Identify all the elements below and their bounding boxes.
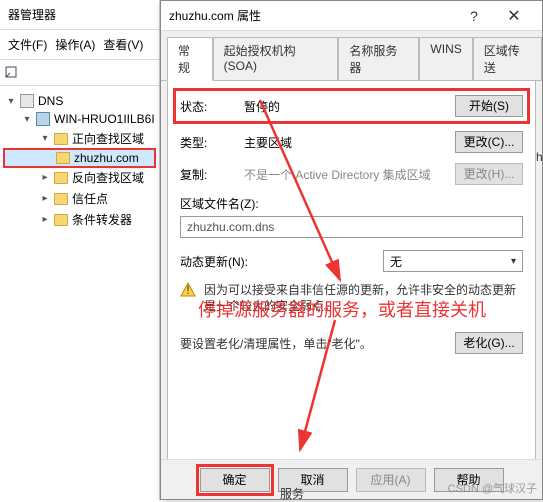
aging-text: 要设置老化/清理属性，单击"老化"。: [180, 335, 455, 352]
menu-view[interactable]: 查看(V): [103, 36, 143, 53]
dynupdate-select[interactable]: 无 ▾: [383, 250, 523, 272]
tree-label: 正向查找区域: [72, 130, 144, 147]
tree-forward-zones[interactable]: ▾ 正向查找区域: [4, 128, 155, 149]
svg-text:!: !: [186, 283, 189, 297]
warning-text: 因为可以接受来自非信任源的更新，允许非安全的动态更新是一个较大的安全弱点。: [204, 282, 523, 314]
dns-manager-window: 器管理器 文件(F) 操作(A) 查看(V) ▾ DNS ▾ WIN-HRUO1…: [0, 0, 160, 500]
folder-icon: [54, 214, 68, 226]
tab-zonetransfer[interactable]: 区域传送: [473, 37, 542, 80]
tab-body-general: 状态: 暂停的 开始(S) 类型: 主要区域 更改(C)... 复制: 不是一个…: [167, 81, 536, 475]
server-icon: [36, 112, 50, 126]
type-label: 类型:: [180, 134, 236, 151]
dialog-titlebar[interactable]: zhuzhu.com 属性 ? ✕: [161, 1, 542, 31]
ok-button[interactable]: 确定: [200, 468, 270, 492]
tree-zone-zhuzhu[interactable]: zhuzhu.com: [4, 149, 155, 167]
replication-row: 复制: 不是一个 Active Directory 集成区域 更改(H)...: [180, 163, 523, 185]
zone-icon: [56, 152, 70, 164]
change-type-button[interactable]: 更改(C)...: [455, 131, 523, 153]
folder-icon: [54, 193, 68, 205]
bottom-stray-label: 服务: [280, 485, 304, 502]
toolbar-icon[interactable]: [4, 65, 20, 81]
tree-root-dns[interactable]: ▾ DNS: [4, 92, 155, 110]
tree-label: WIN-HRUO1IILB6I: [54, 112, 155, 126]
tree-label: 反向查找区域: [72, 169, 144, 186]
zonefile-label: 区域文件名(Z):: [180, 195, 523, 212]
status-row: 状态: 暂停的 开始(S): [176, 91, 527, 121]
change-replication-button: 更改(H)...: [455, 163, 523, 185]
watermark: CSDN @气球汉子: [448, 480, 537, 496]
type-row: 类型: 主要区域 更改(C)...: [180, 131, 523, 153]
tree-label: 条件转发器: [72, 211, 132, 228]
chevron-down-icon[interactable]: ▾: [40, 133, 50, 144]
zone-properties-dialog: zhuzhu.com 属性 ? ✕ 常规 起始授权机构(SOA) 名称服务器 W…: [160, 0, 543, 500]
tab-nameservers[interactable]: 名称服务器: [338, 37, 419, 80]
menu-action[interactable]: 操作(A): [55, 36, 95, 53]
warning-icon: !: [180, 282, 196, 298]
chevron-right-icon[interactable]: ▸: [40, 193, 50, 204]
dynupdate-label: 动态更新(N):: [180, 253, 270, 270]
menu-file[interactable]: 文件(F): [8, 36, 47, 53]
menu-bar: 文件(F) 操作(A) 查看(V): [0, 30, 159, 60]
chevron-down-icon: ▾: [511, 256, 516, 267]
tab-bar: 常规 起始授权机构(SOA) 名称服务器 WINS 区域传送: [161, 31, 542, 81]
zonefile-input[interactable]: [180, 216, 523, 238]
aging-row: 要设置老化/清理属性，单击"老化"。 老化(G)...: [180, 332, 523, 354]
status-value: 暂停的: [244, 98, 447, 115]
status-label: 状态:: [180, 98, 236, 115]
close-button[interactable]: ✕: [494, 2, 534, 30]
replication-label: 复制:: [180, 166, 236, 183]
tree-trust-points[interactable]: ▸ 信任点: [4, 188, 155, 209]
tree-label: 信任点: [72, 190, 108, 207]
apply-button: 应用(A): [356, 468, 426, 492]
chevron-down-icon[interactable]: ▾: [6, 96, 16, 107]
tree-label: DNS: [38, 94, 63, 108]
dns-icon: [20, 94, 34, 108]
help-button[interactable]: ?: [454, 2, 494, 30]
chevron-right-icon[interactable]: ▸: [40, 214, 50, 225]
dynupdate-value: 无: [390, 253, 402, 270]
dynupdate-row: 动态更新(N): 无 ▾: [180, 250, 523, 272]
chevron-down-icon[interactable]: ▾: [22, 114, 32, 125]
tree-label: zhuzhu.com: [74, 151, 139, 165]
folder-icon: [54, 172, 68, 184]
chevron-right-icon[interactable]: ▸: [40, 172, 50, 183]
tree-conditional-forwarders[interactable]: ▸ 条件转发器: [4, 209, 155, 230]
tab-wins[interactable]: WINS: [419, 37, 472, 80]
folder-icon: [54, 133, 68, 145]
tree-reverse-zones[interactable]: ▸ 反向查找区域: [4, 167, 155, 188]
dialog-title: zhuzhu.com 属性: [169, 7, 454, 24]
toolbar: [0, 60, 159, 86]
aging-button[interactable]: 老化(G)...: [455, 332, 523, 354]
start-button[interactable]: 开始(S): [455, 95, 523, 117]
tab-general[interactable]: 常规: [167, 37, 213, 81]
tree-view[interactable]: ▾ DNS ▾ WIN-HRUO1IILB6I ▾ 正向查找区域 zhuzhu.…: [0, 86, 159, 236]
stray-char: h: [536, 150, 543, 164]
replication-value: 不是一个 Active Directory 集成区域: [244, 166, 447, 183]
type-value: 主要区域: [244, 134, 447, 151]
tab-soa[interactable]: 起始授权机构(SOA): [213, 37, 339, 80]
warning-row: ! 因为可以接受来自非信任源的更新，允许非安全的动态更新是一个较大的安全弱点。: [180, 282, 523, 314]
tree-server[interactable]: ▾ WIN-HRUO1IILB6I: [4, 110, 155, 128]
window-title-fragment: 器管理器: [0, 0, 159, 30]
